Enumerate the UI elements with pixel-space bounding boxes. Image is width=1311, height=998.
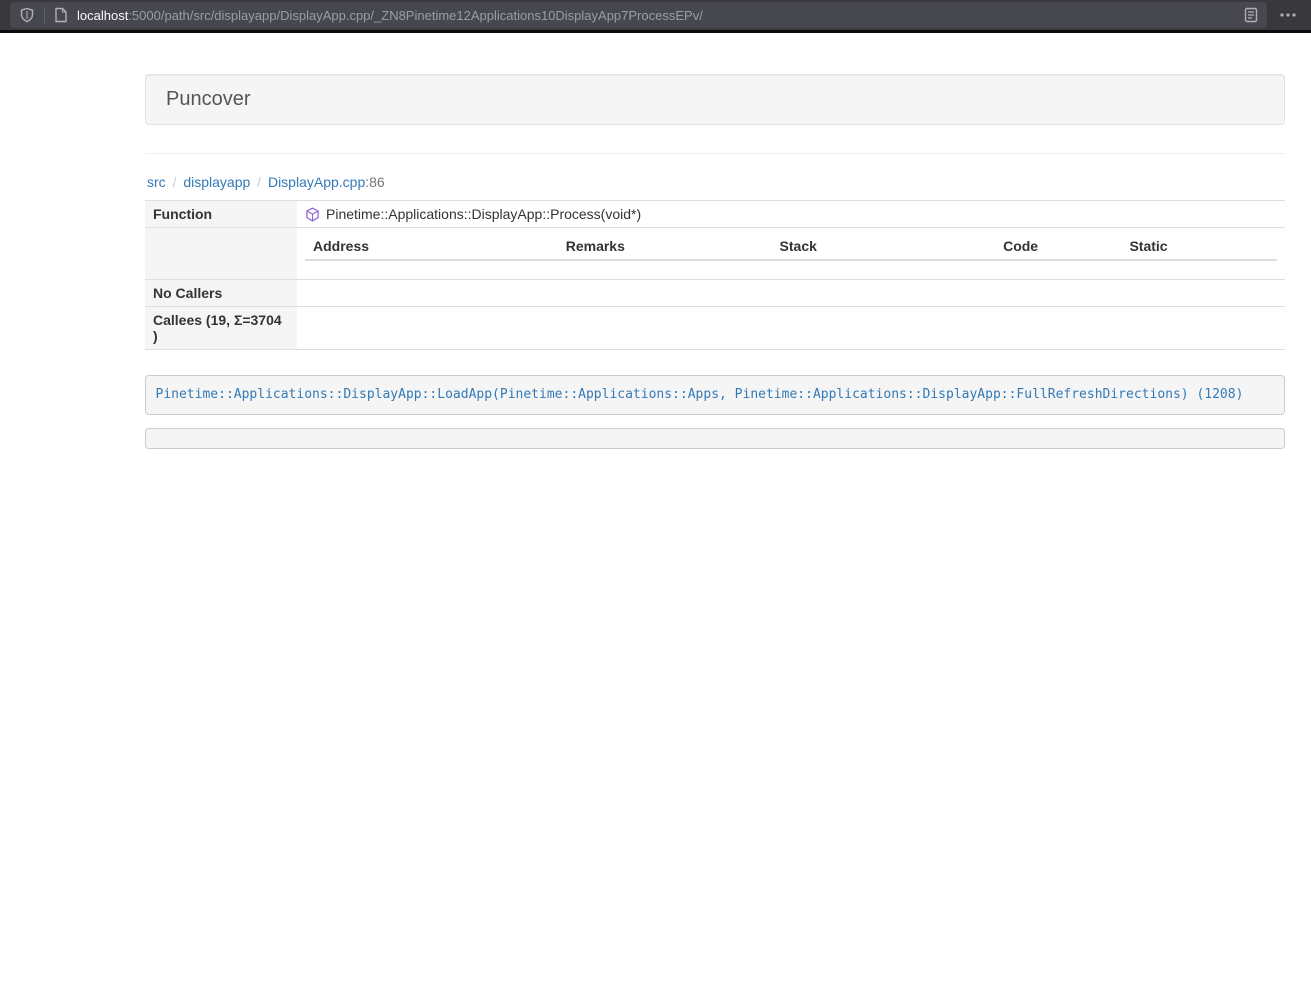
callees-label: Callees (19, Σ=3704 ) <box>145 307 297 350</box>
details-row: AddressRemarksStackCodeStatic <box>145 228 1285 280</box>
browser-toolbar: localhost:5000/path/src/displayapp/Displ… <box>0 0 1311 33</box>
function-value: Pinetime::Applications::DisplayApp::Proc… <box>305 206 1277 222</box>
function-label: Function <box>145 201 297 228</box>
divider <box>145 153 1285 154</box>
highlighted-symbol-box: Pinetime::Applications::DisplayApp::Load… <box>145 375 1285 415</box>
overflow-menu-icon[interactable] <box>1279 7 1297 23</box>
breadcrumb-link[interactable]: DisplayApp.cpp <box>268 174 365 190</box>
callers-row: No Callers <box>145 280 1285 307</box>
details-header-row: AddressRemarksStackCodeStatic <box>305 233 1277 260</box>
breadcrumb: src / displayapp / DisplayApp.cpp:86 <box>147 174 1285 190</box>
shield-icon[interactable] <box>19 7 35 23</box>
details-cell <box>305 260 558 274</box>
callees-list <box>297 307 1285 350</box>
details-column-header: Remarks <box>558 233 772 260</box>
details-column-header: Address <box>305 233 558 260</box>
content-container: Puncover src / displayapp / DisplayApp.c… <box>145 74 1285 449</box>
breadcrumb-link[interactable]: src <box>147 174 166 190</box>
details-column-header: Code <box>995 233 1121 260</box>
details-column-header: Stack <box>772 233 996 260</box>
urlbar-divider <box>44 7 45 24</box>
details-value-row <box>305 260 1277 274</box>
app-header: Puncover <box>145 74 1285 125</box>
page-body: Puncover src / displayapp / DisplayApp.c… <box>0 74 1311 449</box>
reader-mode-icon[interactable] <box>1244 7 1258 23</box>
page-title: Puncover <box>166 88 251 110</box>
url-text: localhost:5000/path/src/displayapp/Displ… <box>77 8 1236 23</box>
details-label-empty <box>145 228 297 280</box>
breadcrumb-separator: / <box>166 174 184 190</box>
url-bar[interactable]: localhost:5000/path/src/displayapp/Displ… <box>10 2 1267 28</box>
breadcrumb-link[interactable]: displayapp <box>183 174 250 190</box>
callees-row: Callees (19, Σ=3704 ) <box>145 307 1285 350</box>
function-table: Function Pinetime::Applications::Display… <box>145 200 1285 350</box>
function-name: Pinetime::Applications::DisplayApp::Proc… <box>326 206 641 222</box>
page-icon[interactable] <box>54 7 68 23</box>
breadcrumb-separator: / <box>250 174 268 190</box>
function-row: Function Pinetime::Applications::Display… <box>145 201 1285 228</box>
details-table: AddressRemarksStackCodeStatic <box>305 233 1277 274</box>
highlighted-symbol-link[interactable]: Pinetime::Applications::DisplayApp::Load… <box>156 387 1244 402</box>
package-icon <box>305 207 320 222</box>
callers-value-empty <box>297 280 1285 307</box>
breadcrumb-line-number: :86 <box>365 174 384 190</box>
url-path: :5000/path/src/displayapp/DisplayApp.cpp… <box>128 8 703 23</box>
url-host: localhost <box>77 8 128 23</box>
details-column-header: Static <box>1121 233 1277 260</box>
no-callers-label: No Callers <box>145 280 297 307</box>
assembly-listing <box>145 428 1285 449</box>
